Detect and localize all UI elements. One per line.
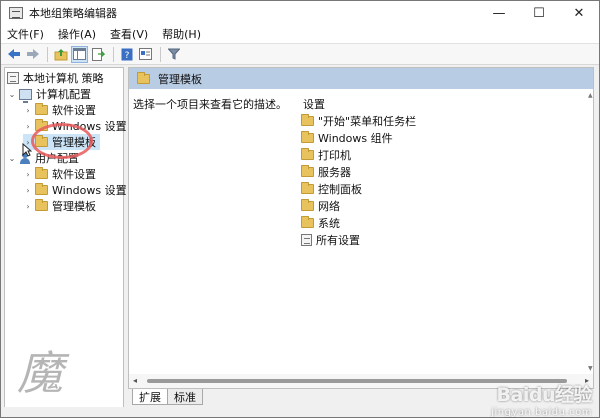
baidu-watermark: Baidu经验 jingyan.baidu.com: [491, 380, 592, 418]
toolbar-separator: [47, 46, 48, 62]
folder-icon: [301, 113, 314, 126]
list-item[interactable]: 服务器: [301, 163, 416, 180]
svg-text:?: ?: [124, 51, 129, 61]
forward-arrow-icon[interactable]: [24, 46, 41, 63]
list-item-label: 所有设置: [316, 233, 360, 247]
list-item[interactable]: 系统: [301, 214, 416, 231]
tree-item-computer-software[interactable]: › 软件设置: [23, 102, 96, 118]
gpedit-app-icon: [9, 7, 23, 19]
policy-icon: [7, 72, 19, 84]
all-settings-icon: [301, 233, 312, 246]
tree-label: 管理模板: [52, 200, 96, 213]
up-folder-icon[interactable]: [52, 46, 69, 63]
tree-label: Windows 设置: [52, 184, 127, 197]
minimize-button[interactable]: —: [479, 1, 519, 25]
gpedit-window: 本地组策略编辑器 — ☐ ✕ 文件(F) 操作(A) 查看(V) 帮助(H) ?…: [0, 0, 600, 418]
menu-view[interactable]: 查看(V): [110, 26, 148, 42]
toolbar: ?: [1, 44, 599, 65]
tree-item-root[interactable]: 本地计算机 策略: [7, 70, 104, 86]
tree-label: 软件设置: [52, 104, 96, 117]
folder-icon: [35, 103, 48, 115]
folder-icon: [301, 198, 314, 211]
tree-item-user-admin-templates[interactable]: › 管理模板: [23, 198, 96, 214]
tree-item-user-windows[interactable]: › Windows 设置: [23, 182, 127, 198]
tree-label: 软件设置: [52, 168, 96, 181]
folder-icon: [301, 164, 314, 177]
menu-file[interactable]: 文件(F): [7, 26, 44, 42]
folder-icon: [35, 167, 48, 179]
details-header: 管理模板: [129, 68, 593, 89]
settings-list: "开始"菜单和任务栏 Windows 组件 打印机 服务器 控制面板 网络 系统…: [301, 112, 416, 248]
properties-icon[interactable]: [137, 46, 154, 63]
chevron-right-icon[interactable]: ›: [23, 201, 33, 211]
vertical-scrollbar[interactable]: ▲ ▼: [588, 90, 594, 374]
list-item[interactable]: 控制面板: [301, 180, 416, 197]
export-list-icon[interactable]: [90, 46, 107, 63]
scroll-down-icon[interactable]: ▼: [588, 365, 593, 372]
baidu-logo: Baidu经验: [496, 384, 593, 406]
toolbar-separator: [160, 46, 161, 62]
window-title: 本地组策略编辑器: [29, 7, 117, 20]
list-item-label: 系统: [318, 216, 340, 230]
view-tabs: 扩展 标准: [132, 389, 203, 405]
list-item[interactable]: "开始"菜单和任务栏: [301, 112, 416, 129]
chevron-right-icon[interactable]: ›: [23, 169, 33, 179]
menu-help[interactable]: 帮助(H): [162, 26, 201, 42]
folder-icon: [35, 199, 48, 211]
description-text: 选择一个项目来查看它的描述。: [133, 98, 287, 111]
list-item[interactable]: 打印机: [301, 146, 416, 163]
details-title: 管理模板: [158, 72, 202, 86]
folder-icon: [301, 215, 314, 228]
tab-extended[interactable]: 扩展: [132, 389, 168, 405]
chevron-down-icon[interactable]: ⌄: [7, 89, 17, 99]
close-button[interactable]: ✕: [559, 1, 599, 25]
list-item[interactable]: 所有设置: [301, 231, 416, 248]
list-item[interactable]: 网络: [301, 197, 416, 214]
watermark-glyph: 魔: [17, 346, 63, 400]
maximize-button[interactable]: ☐: [519, 1, 559, 25]
help-icon[interactable]: ?: [118, 46, 135, 63]
list-item[interactable]: Windows 组件: [301, 129, 416, 146]
mouse-cursor-icon: [22, 142, 33, 161]
menu-action[interactable]: 操作(A): [58, 26, 96, 42]
window-controls: — ☐ ✕: [479, 1, 599, 25]
tree-item-user-software[interactable]: › 软件设置: [23, 166, 96, 182]
details-pane: 管理模板 选择一个项目来查看它的描述。 设置 "开始"菜单和任务栏 Window…: [128, 67, 594, 389]
baidu-url: jingyan.baidu.com: [491, 407, 592, 418]
list-item-label: 控制面板: [318, 182, 362, 196]
chevron-down-icon[interactable]: ⌄: [7, 153, 17, 163]
scroll-left-icon[interactable]: ◂: [133, 376, 137, 385]
folder-icon: [301, 147, 314, 160]
scroll-up-icon[interactable]: ▲: [588, 92, 593, 99]
list-item-label: "开始"菜单和任务栏: [318, 114, 417, 128]
filter-icon[interactable]: [165, 46, 182, 63]
tree-label: 计算机配置: [36, 88, 91, 101]
chevron-right-icon[interactable]: ›: [23, 105, 33, 115]
list-item-label: 打印机: [318, 148, 351, 162]
column-header-settings[interactable]: 设置: [303, 96, 325, 112]
list-item-label: 网络: [318, 199, 340, 213]
back-arrow-icon[interactable]: [5, 46, 22, 63]
title-bar: 本地组策略编辑器 — ☐ ✕: [1, 1, 599, 25]
toolbar-separator: [113, 46, 114, 62]
tab-standard[interactable]: 标准: [167, 389, 203, 405]
folder-icon: [301, 130, 314, 143]
folder-icon: [35, 183, 48, 195]
annotation-circle: [31, 123, 93, 159]
show-hide-tree-icon[interactable]: [71, 45, 88, 63]
folder-icon: [301, 181, 314, 194]
folder-icon: [137, 71, 150, 84]
chevron-right-icon[interactable]: ›: [23, 185, 33, 195]
list-item-label: 服务器: [318, 165, 351, 179]
chevron-right-icon[interactable]: ›: [23, 121, 33, 131]
computer-icon: [19, 88, 32, 103]
tree-item-computer-config[interactable]: ⌄ 计算机配置: [7, 86, 91, 103]
tree-label: 本地计算机 策略: [23, 72, 104, 85]
menu-bar: 文件(F) 操作(A) 查看(V) 帮助(H): [1, 25, 599, 44]
list-item-label: Windows 组件: [318, 131, 393, 145]
